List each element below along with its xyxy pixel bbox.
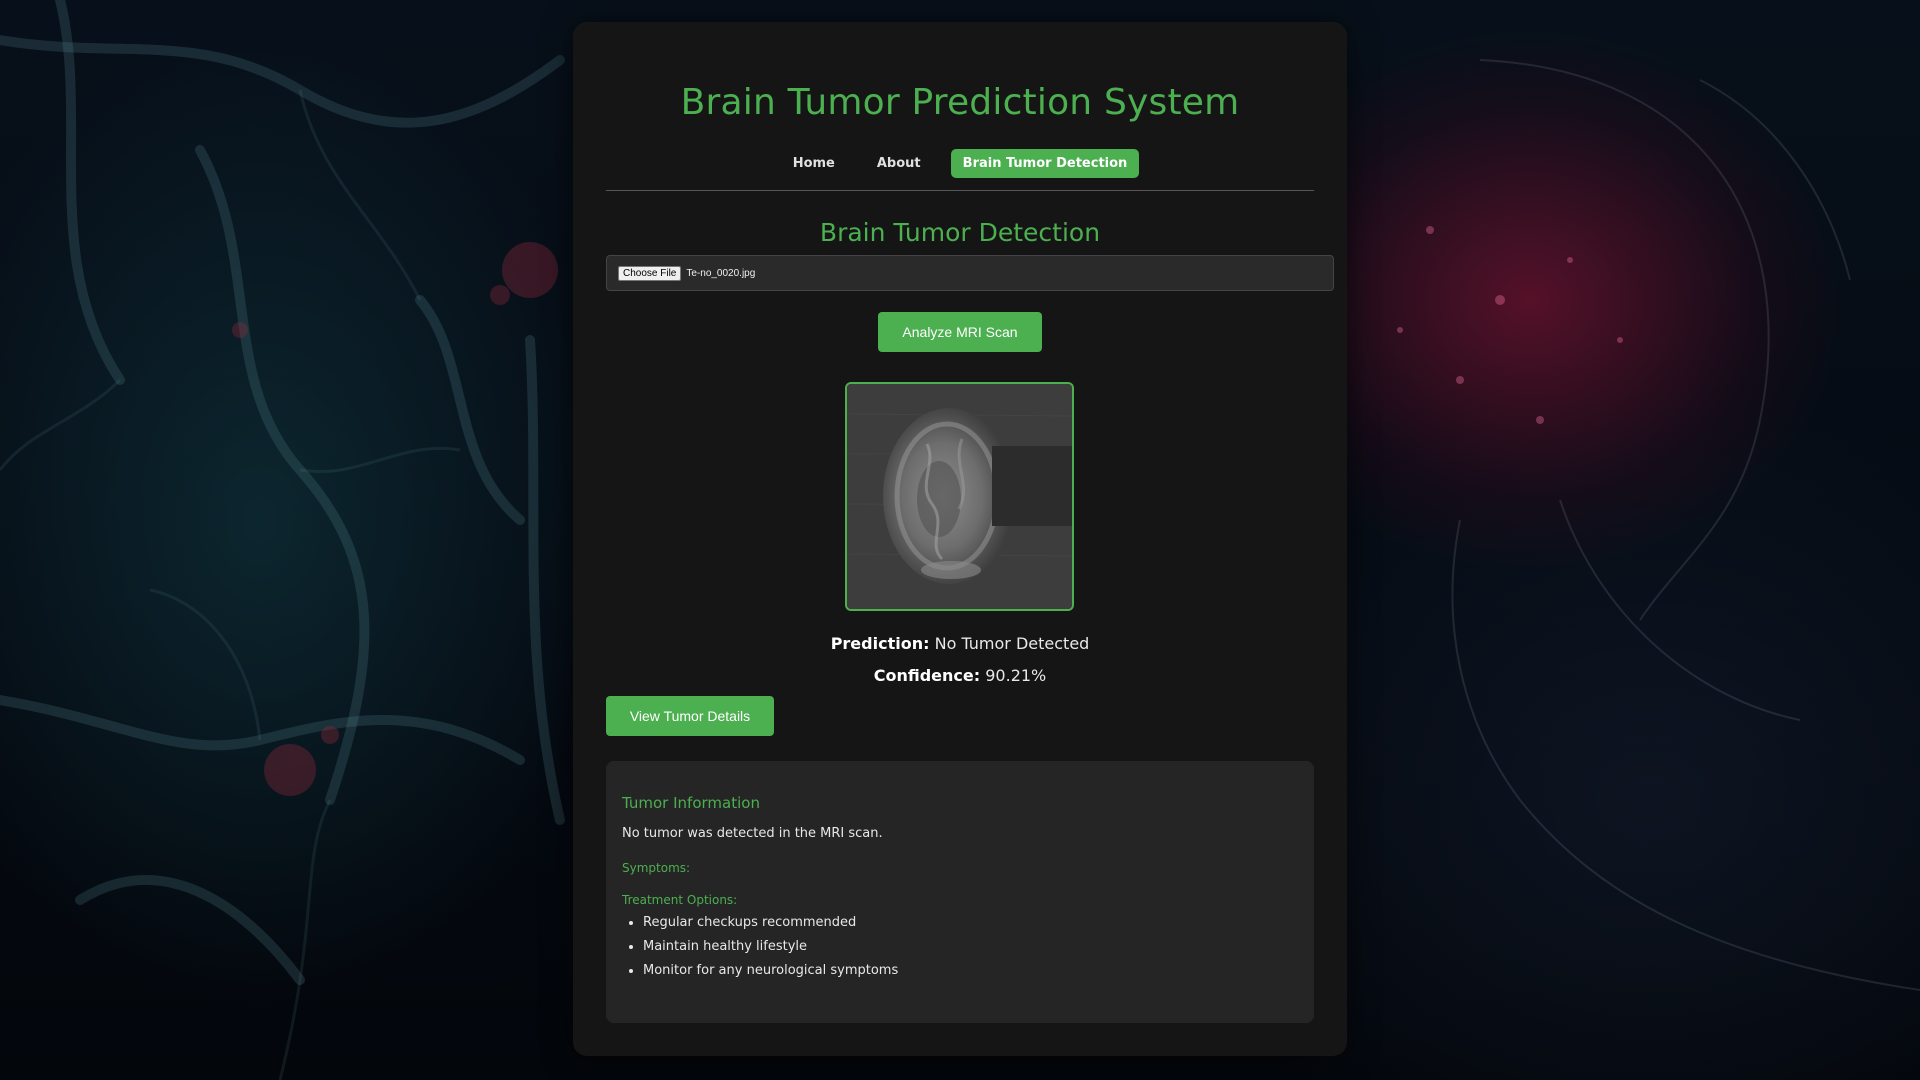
file-input[interactable]: Choose File Te-no_0020.jpg: [606, 255, 1334, 291]
treatment-options-list: Regular checkups recommended Maintain he…: [622, 915, 1298, 978]
section-title: Brain Tumor Detection: [819, 218, 1101, 247]
tumor-information-description: No tumor was detected in the MRI scan.: [622, 826, 883, 841]
list-item: Maintain healthy lifestyle: [643, 939, 1298, 954]
nav-bar: Home About Brain Tumor Detection: [606, 136, 1314, 191]
mri-scan-image: [847, 384, 1072, 609]
tumor-information-box: Tumor Information No tumor was detected …: [606, 761, 1314, 1023]
symptoms-label: Symptoms:: [622, 861, 691, 875]
nav-item-brain-tumor-detection[interactable]: Brain Tumor Detection: [950, 148, 1140, 178]
view-tumor-details-button[interactable]: View Tumor Details: [606, 696, 774, 736]
list-item: Monitor for any neurological symptoms: [643, 963, 1298, 978]
nav-item-about[interactable]: About: [865, 149, 933, 178]
prediction-result: Prediction: No Tumor Detected: [573, 634, 1347, 653]
tumor-information-title: Tumor Information: [622, 794, 760, 812]
prediction-value: No Tumor Detected: [934, 634, 1090, 653]
confidence-value: 90.21%: [985, 666, 1047, 685]
choose-file-button[interactable]: Choose File: [618, 265, 682, 281]
list-item: Regular checkups recommended: [643, 915, 1298, 930]
main-panel: Brain Tumor Prediction System Home About…: [573, 22, 1347, 1056]
confidence-label: Confidence:: [873, 666, 981, 685]
nav-item-home[interactable]: Home: [781, 149, 847, 178]
prediction-label: Prediction:: [830, 634, 930, 653]
mri-preview-image: [845, 382, 1074, 611]
treatment-options-label: Treatment Options:: [622, 893, 738, 907]
selected-file-name: Te-no_0020.jpg: [686, 267, 756, 279]
analyze-mri-scan-button[interactable]: Analyze MRI Scan: [878, 312, 1042, 352]
confidence-result: Confidence: 90.21%: [573, 666, 1347, 685]
page-title: Brain Tumor Prediction System: [680, 82, 1240, 123]
